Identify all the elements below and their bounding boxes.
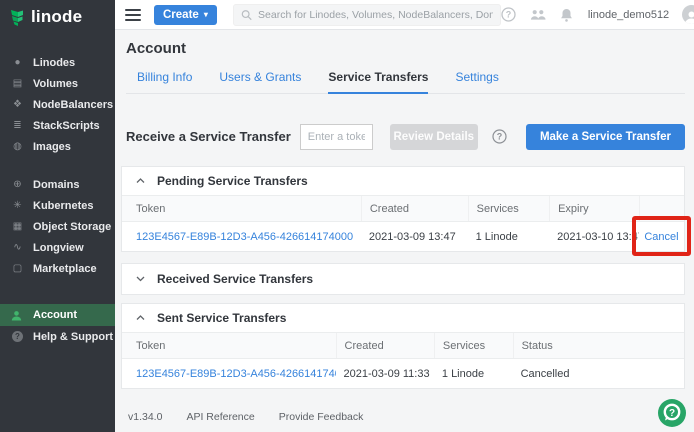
help-circle-icon: ? — [11, 331, 24, 342]
sent-created-cell: 2021-03-09 11:33 — [336, 368, 434, 380]
sidebar-item-domains[interactable]: ⊕ Domains — [0, 174, 115, 195]
tab-settings[interactable]: Settings — [455, 70, 498, 93]
sidebar: linode ● Linodes ▤ Volumes ❖ NodeBalance… — [0, 0, 115, 432]
pending-created-cell: 2021-03-09 13:47 — [361, 231, 468, 243]
column-header-created: Created — [336, 333, 434, 358]
stackscripts-icon: ≣ — [11, 120, 24, 131]
linode-logo[interactable]: linode — [0, 0, 115, 34]
sidebar-item-account[interactable]: Account — [0, 304, 115, 326]
tab-service-transfers[interactable]: Service Transfers — [328, 70, 428, 94]
username-label[interactable]: linode_demo512 — [588, 9, 669, 21]
help-icon[interactable]: ? — [501, 7, 517, 23]
receive-transfer-row: Receive a Service Transfer Review Detail… — [126, 123, 685, 150]
column-header-status: Status — [513, 333, 684, 358]
sent-transfers-panel: Sent Service Transfers Token Created Ser… — [121, 303, 685, 389]
column-header-services: Services — [468, 196, 549, 221]
version-link[interactable]: v1.34.0 — [128, 411, 162, 423]
sent-services-cell: 1 Linode — [434, 368, 513, 380]
chevron-down-icon: ▾ — [204, 11, 208, 19]
chat-bubble-icon: ? — [657, 398, 687, 428]
column-header-expiry: Expiry — [549, 196, 639, 221]
account-person-icon — [11, 310, 24, 321]
sidebar-item-nodebalancers[interactable]: ❖ NodeBalancers — [0, 94, 115, 115]
search-input[interactable] — [258, 9, 493, 21]
community-icon[interactable] — [530, 7, 546, 23]
search-bar[interactable] — [233, 4, 501, 26]
avatar[interactable] — [682, 5, 694, 24]
sidebar-nav: ● Linodes ▤ Volumes ❖ NodeBalancers ≣ St… — [0, 52, 115, 347]
token-input[interactable] — [300, 124, 373, 150]
sent-token-link[interactable]: 123E4567-E89B-12D3-A456-426614174001 — [136, 368, 336, 380]
sent-panel-header[interactable]: Sent Service Transfers — [122, 304, 684, 332]
sidebar-item-longview[interactable]: ∿ Longview — [0, 237, 115, 258]
make-service-transfer-button[interactable]: Make a Service Transfer — [526, 124, 685, 150]
marketplace-icon: ▢ — [11, 263, 24, 274]
receive-transfer-label: Receive a Service Transfer — [126, 129, 291, 144]
topbar-right: ? linode_demo512 — [501, 5, 694, 24]
pending-expiry-cell: 2021-03-10 13:47 — [549, 231, 639, 243]
linode-logo-icon — [10, 9, 25, 26]
search-icon — [241, 9, 252, 21]
tab-bar: Billing Info Users & Grants Service Tran… — [126, 70, 685, 94]
sidebar-item-linodes[interactable]: ● Linodes — [0, 52, 115, 73]
sent-status-cell: Cancelled — [513, 368, 684, 380]
nodebalancers-icon: ❖ — [11, 99, 24, 110]
longview-icon: ∿ — [11, 242, 24, 253]
receive-help-icon[interactable]: ? — [492, 129, 508, 145]
svg-text:?: ? — [497, 132, 503, 142]
nav-group-divider — [0, 157, 115, 174]
pending-table-row: 123E4567-E89B-12D3-A456-426614174000 202… — [122, 222, 684, 251]
sidebar-item-volumes[interactable]: ▤ Volumes — [0, 73, 115, 94]
help-chat-button[interactable]: ? — [657, 398, 687, 428]
pending-services-cell: 1 Linode — [468, 231, 549, 243]
received-panel-header[interactable]: Received Service Transfers — [122, 264, 684, 294]
provide-feedback-link[interactable]: Provide Feedback — [279, 411, 364, 423]
pending-token-link[interactable]: 123E4567-E89B-12D3-A456-426614174000 — [136, 231, 353, 243]
chevron-up-icon — [136, 178, 145, 184]
column-header-token: Token — [122, 333, 336, 358]
sidebar-item-kubernetes[interactable]: ✳ Kubernetes — [0, 195, 115, 216]
object-storage-icon: ▦ — [11, 221, 24, 232]
topbar: Create ▾ ? — [115, 0, 694, 30]
review-details-button[interactable]: Review Details — [390, 124, 478, 150]
chevron-up-icon — [136, 315, 145, 321]
sidebar-item-help-support[interactable]: ? Help & Support — [0, 326, 115, 347]
images-icon: ◍ — [11, 141, 24, 152]
menu-icon[interactable] — [125, 9, 141, 21]
domains-icon: ⊕ — [11, 179, 24, 190]
sidebar-item-object-storage[interactable]: ▦ Object Storage — [0, 216, 115, 237]
sidebar-item-marketplace[interactable]: ▢ Marketplace — [0, 258, 115, 279]
tab-billing-info[interactable]: Billing Info — [137, 70, 192, 93]
main-content: Account Billing Info Users & Grants Serv… — [115, 30, 694, 432]
sent-table-row: 123E4567-E89B-12D3-A456-426614174001 202… — [122, 359, 684, 388]
nav-group-divider — [0, 279, 115, 304]
sidebar-item-images[interactable]: ◍ Images — [0, 136, 115, 157]
bell-icon[interactable] — [559, 7, 575, 23]
logo-wordmark: linode — [31, 7, 82, 27]
sent-table-header: Token Created Services Status — [122, 332, 684, 359]
kubernetes-icon: ✳ — [11, 200, 24, 211]
tab-users-grants[interactable]: Users & Grants — [219, 70, 301, 93]
chevron-down-icon — [136, 276, 145, 282]
pending-transfers-panel: Pending Service Transfers Token Created … — [121, 166, 685, 252]
sidebar-item-stackscripts[interactable]: ≣ StackScripts — [0, 115, 115, 136]
pending-panel-header[interactable]: Pending Service Transfers — [122, 167, 684, 195]
received-transfers-panel: Received Service Transfers — [121, 263, 685, 295]
page-title: Account — [126, 40, 685, 57]
svg-text:?: ? — [669, 408, 675, 419]
linodes-icon: ● — [11, 57, 24, 68]
cancel-transfer-link[interactable]: Cancel — [644, 231, 678, 243]
create-button[interactable]: Create ▾ — [154, 5, 217, 25]
column-header-actions — [639, 196, 684, 221]
column-header-services: Services — [434, 333, 513, 358]
svg-text:?: ? — [506, 10, 512, 20]
volumes-icon: ▤ — [11, 78, 24, 89]
footer: v1.34.0 API Reference Provide Feedback — [126, 411, 685, 423]
pending-table-header: Token Created Services Expiry — [122, 195, 684, 222]
api-reference-link[interactable]: API Reference — [186, 411, 254, 423]
column-header-created: Created — [361, 196, 468, 221]
column-header-token: Token — [122, 196, 361, 221]
